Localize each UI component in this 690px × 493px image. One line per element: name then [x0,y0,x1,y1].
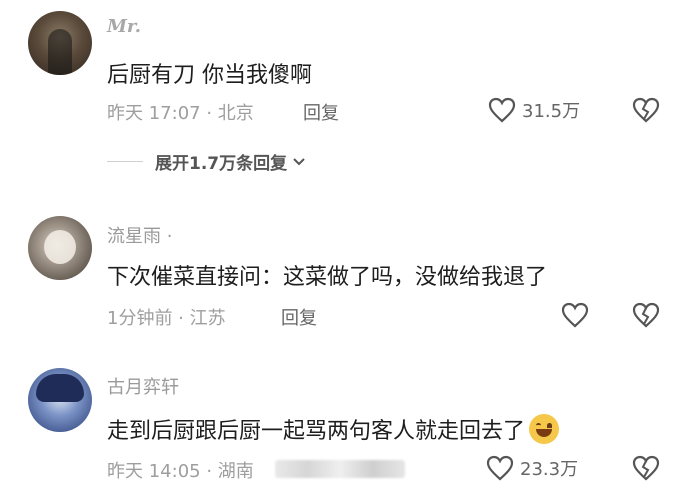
like-button[interactable]: 23.3万 [486,455,578,481]
expand-replies-label: 展开1.7万条回复 [155,154,288,174]
heart-icon [488,97,516,123]
watermark-blur [275,460,405,478]
avatar[interactable] [28,11,92,75]
heart-icon [486,455,514,481]
avatar[interactable] [28,368,92,432]
avatar[interactable] [28,216,92,280]
reply-button[interactable]: 回复 [281,304,317,330]
comment-text: 下次催菜直接问：这菜做了吗，没做给我退了 [107,265,548,290]
divider [107,161,143,162]
expand-replies-button[interactable]: 展开1.7万条回复 [107,149,307,174]
comment-meta: 1分钟前 · 江苏 [107,308,226,329]
like-count: 23.3万 [520,459,579,480]
comment-text: 走到后厨跟后厨一起骂两句客人就走回去了 [107,413,560,445]
avatar-hair [36,374,84,402]
comment-username[interactable]: 古月弈轩 [107,373,179,399]
comment-meta: 昨天 14:05 · 湖南 [107,461,254,482]
broken-heart-icon[interactable] [632,455,660,481]
comment-text-content: 走到后厨跟后厨一起骂两句客人就走回去了 [107,419,526,444]
chevron-down-icon [293,157,305,165]
grinning-emoji-icon [529,414,560,444]
avatar-figure [48,29,72,75]
comment-meta: 昨天 17:07 · 北京 [107,103,254,124]
like-button[interactable]: 31.5万 [488,97,580,123]
like-count: 31.5万 [522,101,581,122]
reply-button[interactable]: 回复 [303,99,339,125]
heart-icon[interactable] [561,302,589,328]
comment-username[interactable]: 流星雨 · [107,222,172,248]
broken-heart-icon[interactable] [632,97,660,123]
broken-heart-icon[interactable] [632,302,660,328]
comment-text: 后厨有刀 你当我傻啊 [107,63,312,88]
avatar-face [44,230,76,264]
comment-username[interactable]: Mr. [107,16,141,37]
